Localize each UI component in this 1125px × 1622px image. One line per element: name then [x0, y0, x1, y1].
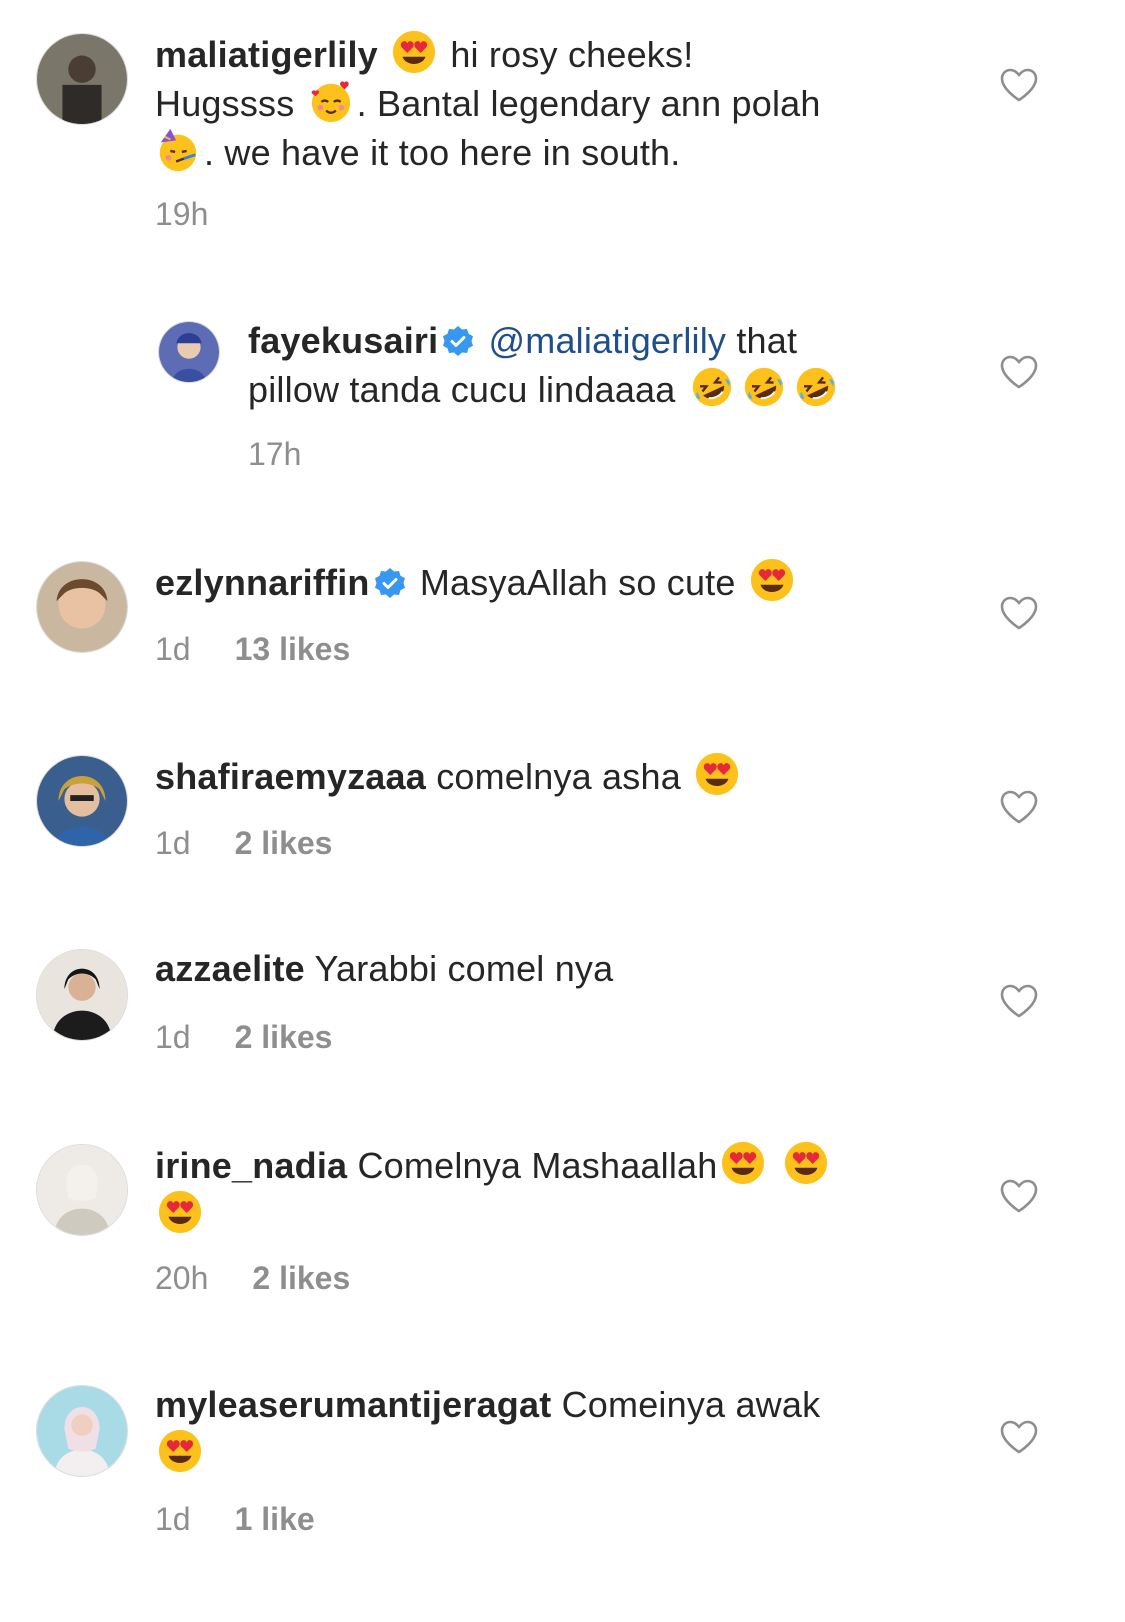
- comment-meta: 1d 13 likes: [155, 629, 350, 669]
- heart-eyes-emoji-icon: [720, 1140, 766, 1186]
- avatar[interactable]: [158, 321, 220, 383]
- likes-count[interactable]: 1 like: [235, 1501, 315, 1537]
- comment-text: ezlynnariffin MasyaAllah so cute: [155, 557, 955, 606]
- comment-meta: 1d 2 likes: [155, 823, 332, 863]
- mention-link[interactable]: @maliatigerlily: [489, 320, 727, 361]
- avatar[interactable]: [36, 949, 128, 1041]
- smiling-face-with-hearts-emoji-icon: [308, 78, 354, 124]
- username[interactable]: fayekusairi: [248, 320, 438, 361]
- heart-eyes-emoji-icon: [694, 751, 740, 797]
- partying-face-emoji-icon: [155, 127, 201, 173]
- likes-count[interactable]: 13 likes: [235, 631, 351, 667]
- comment-text: azzaelite Yarabbi comel nya: [155, 948, 614, 989]
- avatar[interactable]: [36, 33, 128, 125]
- comment-text: shafiraemyzaaa comelnya asha: [155, 751, 955, 800]
- heart-eyes-emoji-icon: [157, 1428, 203, 1474]
- timestamp: 1d: [155, 1019, 191, 1055]
- avatar[interactable]: [36, 1144, 128, 1236]
- comment-meta: 1d 1 like: [155, 1499, 315, 1539]
- likes-count[interactable]: 2 likes: [235, 1019, 333, 1055]
- timestamp: 20h: [155, 1260, 209, 1296]
- username[interactable]: ezlynnariffin: [155, 562, 370, 603]
- verified-badge-icon: [374, 567, 406, 599]
- like-heart-icon[interactable]: [999, 789, 1039, 825]
- comment-meta: 19h: [155, 194, 208, 234]
- rofl-emoji-icon: [741, 364, 787, 410]
- like-heart-icon[interactable]: [999, 983, 1039, 1019]
- timestamp: 17h: [248, 436, 302, 472]
- likes-count[interactable]: 2 likes: [235, 825, 333, 861]
- like-heart-icon[interactable]: [999, 1178, 1039, 1214]
- comment-meta: 17h: [248, 434, 301, 474]
- like-heart-icon[interactable]: [999, 1419, 1039, 1455]
- username[interactable]: irine_nadia: [155, 1145, 347, 1186]
- heart-eyes-emoji-icon: [783, 1140, 829, 1186]
- comment-text: irine_nadia Comelnya Mashaallah: [155, 1140, 955, 1238]
- like-heart-icon[interactable]: [999, 67, 1039, 103]
- timestamp: 1d: [155, 825, 191, 861]
- timestamp: 1d: [155, 1501, 191, 1537]
- heart-eyes-emoji-icon: [157, 1189, 203, 1235]
- username[interactable]: myleaserumantijeragat: [155, 1384, 551, 1425]
- timestamp: 1d: [155, 631, 191, 667]
- like-heart-icon[interactable]: [999, 595, 1039, 631]
- avatar[interactable]: [36, 755, 128, 847]
- username[interactable]: azzaelite: [155, 948, 305, 989]
- username[interactable]: shafiraemyzaaa: [155, 756, 426, 797]
- timestamp: 19h: [155, 196, 209, 232]
- heart-eyes-emoji-icon: [391, 29, 437, 75]
- avatar[interactable]: [36, 1385, 128, 1477]
- likes-count[interactable]: 2 likes: [252, 1260, 350, 1296]
- comment-meta: 1d 2 likes: [155, 1017, 332, 1057]
- verified-badge-icon: [442, 325, 474, 357]
- comment-text: fayekusairi @maliatigerlily that pillow …: [248, 317, 948, 413]
- heart-eyes-emoji-icon: [749, 557, 795, 603]
- comment-text: myleaserumantijeragat Comeinya awak: [155, 1381, 955, 1477]
- comment-meta: 20h 2 likes: [155, 1258, 350, 1298]
- avatar[interactable]: [36, 561, 128, 653]
- rofl-emoji-icon: [793, 364, 839, 410]
- comment-text: maliatigerlily hi rosy cheeks! Hugssss .…: [155, 29, 955, 176]
- username[interactable]: maliatigerlily: [155, 34, 378, 75]
- like-heart-icon[interactable]: [999, 354, 1039, 390]
- rofl-emoji-icon: [689, 364, 735, 410]
